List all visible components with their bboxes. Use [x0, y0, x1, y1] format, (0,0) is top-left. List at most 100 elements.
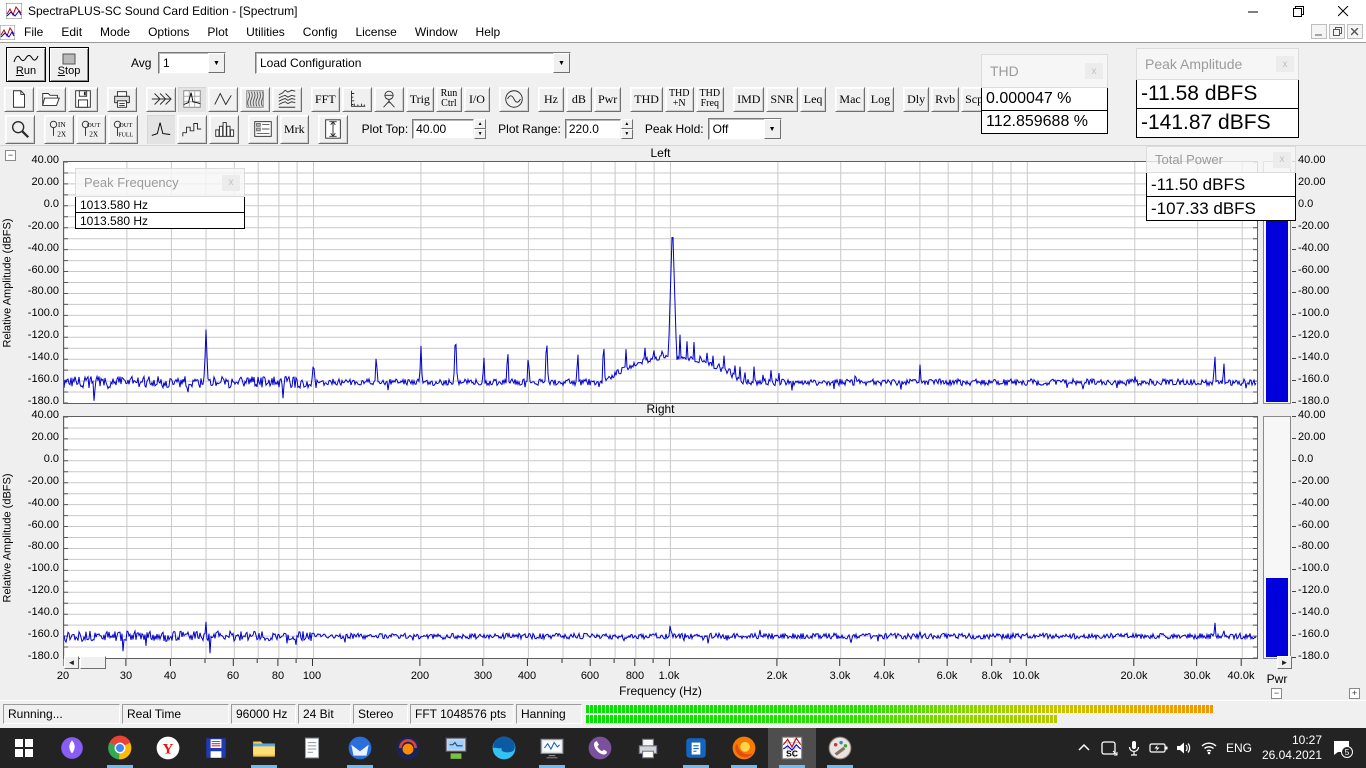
snr-utility-button[interactable]: SNR: [766, 87, 797, 112]
restore-icon[interactable]: [1276, 0, 1321, 22]
process-all-button[interactable]: [146, 87, 176, 112]
wifi-icon[interactable]: [1197, 736, 1221, 760]
menu-plot[interactable]: Plot: [198, 23, 237, 41]
zoom-out-2x-button[interactable]: OUT2X: [76, 115, 106, 144]
print-button[interactable]: [107, 87, 137, 112]
taskbar-blue-docs-icon[interactable]: [672, 728, 720, 768]
open-file-button[interactable]: [36, 87, 66, 112]
mdi-restore-icon[interactable]: [1329, 24, 1345, 39]
run-button[interactable]: Run: [6, 47, 46, 82]
calibration-button[interactable]: [374, 87, 404, 112]
taskbar-printer-tool-icon[interactable]: [624, 728, 672, 768]
thd-utility-button[interactable]: THD: [630, 87, 663, 112]
run-control-button[interactable]: RunCtrl: [436, 87, 462, 112]
bar-plot-button[interactable]: [209, 115, 239, 144]
close-icon[interactable]: x: [1276, 56, 1294, 72]
expand-right-icon[interactable]: +: [1349, 688, 1360, 699]
chevron-down-icon[interactable]: ▼: [208, 53, 225, 73]
delay-utility-button[interactable]: Dly: [903, 87, 929, 112]
tray-expand-icon[interactable]: [1072, 736, 1096, 760]
total-power-panel[interactable]: Total Power x -11.50 dBFS -107.33 dBFS: [1146, 146, 1296, 221]
plot-range-input[interactable]: 220.0: [565, 119, 621, 139]
collapse-power-icon[interactable]: −: [1271, 688, 1282, 699]
mdi-close-icon[interactable]: [1347, 24, 1363, 39]
waveform-view-button[interactable]: [208, 87, 238, 112]
reverb-utility-button[interactable]: Rvb: [931, 87, 959, 112]
language-indicator[interactable]: ENG: [1222, 728, 1256, 768]
peak-hold-select[interactable]: Off ▼: [708, 118, 782, 140]
plot-top-spinner[interactable]: ▲▼: [474, 119, 486, 139]
line-plot-button[interactable]: [147, 115, 175, 144]
amplitude-axis-button[interactable]: [318, 115, 348, 144]
clock[interactable]: 10:27 26.04.2021: [1258, 728, 1324, 768]
taskbar-yandex-browser-icon[interactable]: Y: [144, 728, 192, 768]
start-button[interactable]: [0, 728, 48, 768]
tablet-mode-icon[interactable]: [1097, 736, 1121, 760]
speaker-icon[interactable]: [1172, 736, 1196, 760]
zoom-button[interactable]: [5, 115, 35, 144]
taskbar-viber-icon[interactable]: [576, 728, 624, 768]
trigger-button[interactable]: Trig: [406, 87, 434, 112]
peak-frequency-panel[interactable]: Peak Frequency x 1013.580 Hz 1013.580 Hz: [75, 168, 245, 229]
taskbar-audio-player-icon[interactable]: [384, 728, 432, 768]
signal-generator-button[interactable]: [499, 87, 529, 112]
close-icon[interactable]: x: [1273, 152, 1291, 168]
menu-window[interactable]: Window: [406, 23, 467, 41]
chevron-down-icon[interactable]: ▼: [553, 53, 570, 73]
taskbar-hardware-monitor-icon[interactable]: [432, 728, 480, 768]
taskbar-gimp-icon[interactable]: [816, 728, 864, 768]
avg-select[interactable]: 1 ▼: [158, 52, 226, 74]
taskbar-thunderbird-icon[interactable]: [336, 728, 384, 768]
thd-n-utility-button[interactable]: THD+N: [665, 87, 694, 112]
io-device-button[interactable]: I/O: [464, 87, 490, 112]
spectrogram-view-button[interactable]: [240, 87, 270, 112]
menu-help[interactable]: Help: [467, 23, 510, 41]
menu-config[interactable]: Config: [294, 23, 347, 41]
taskbar-signal-monitor-icon[interactable]: [528, 728, 576, 768]
new-file-button[interactable]: [4, 87, 34, 112]
thd-panel[interactable]: THD x 0.000047 % 112.859688 %: [981, 54, 1108, 134]
peak-amplitude-panel[interactable]: Peak Amplitude x -11.58 dBFS -141.87 dBF…: [1136, 48, 1299, 138]
taskbar-notepad-icon[interactable]: [288, 728, 336, 768]
power-units-button[interactable]: Pwr: [594, 87, 621, 112]
close-icon[interactable]: [1321, 0, 1366, 22]
menu-utilities[interactable]: Utilities: [237, 23, 294, 41]
taskbar-edge-icon[interactable]: [480, 728, 528, 768]
plot-range-spinner[interactable]: ▲▼: [621, 119, 633, 139]
close-icon[interactable]: x: [1085, 63, 1103, 79]
microphone-icon[interactable]: [1122, 736, 1146, 760]
scrollbar-left-arrow-icon[interactable]: ◄: [64, 656, 79, 669]
menu-license[interactable]: License: [346, 23, 405, 41]
logging-button[interactable]: Log: [867, 87, 894, 112]
scrollbar-thumb[interactable]: [80, 656, 106, 669]
battery-icon[interactable]: [1147, 736, 1171, 760]
menu-mode[interactable]: Mode: [91, 23, 139, 41]
menu-options[interactable]: Options: [139, 23, 198, 41]
marker-button[interactable]: Mrk: [280, 115, 309, 144]
surface-view-button[interactable]: [272, 87, 302, 112]
thd-freq-utility-button[interactable]: THDFreq: [696, 87, 725, 112]
notification-center-icon[interactable]: 5: [1330, 736, 1354, 760]
load-configuration-select[interactable]: Load Configuration ▼: [255, 52, 571, 74]
fft-settings-button[interactable]: FFT: [311, 87, 340, 112]
scaling-button[interactable]: [342, 87, 372, 112]
taskbar-chrome-icon[interactable]: [96, 728, 144, 768]
menu-edit[interactable]: Edit: [52, 23, 91, 41]
save-file-button[interactable]: [68, 87, 98, 112]
plot-top-input[interactable]: 40.00: [412, 119, 474, 139]
spectrum-view-button[interactable]: [178, 87, 206, 112]
chevron-down-icon[interactable]: ▼: [764, 119, 781, 139]
menu-file[interactable]: File: [15, 23, 52, 41]
amplitude-units-button[interactable]: dB: [566, 87, 592, 112]
minimize-icon[interactable]: [1231, 0, 1276, 22]
scrollbar-right-arrow-icon[interactable]: ►: [1277, 656, 1292, 669]
step-plot-button[interactable]: [177, 115, 207, 144]
close-icon[interactable]: x: [222, 175, 240, 191]
macro-button[interactable]: Mac: [835, 87, 864, 112]
taskbar-app-drop-icon[interactable]: [48, 728, 96, 768]
zoom-in-2x-button[interactable]: IN2X: [44, 115, 74, 144]
zoom-out-full-button[interactable]: OUTFULL: [108, 115, 138, 144]
taskbar-floppy-organizer-icon[interactable]: [192, 728, 240, 768]
mdi-minimize-icon[interactable]: [1311, 24, 1327, 39]
frequency-units-button[interactable]: Hz: [538, 87, 564, 112]
